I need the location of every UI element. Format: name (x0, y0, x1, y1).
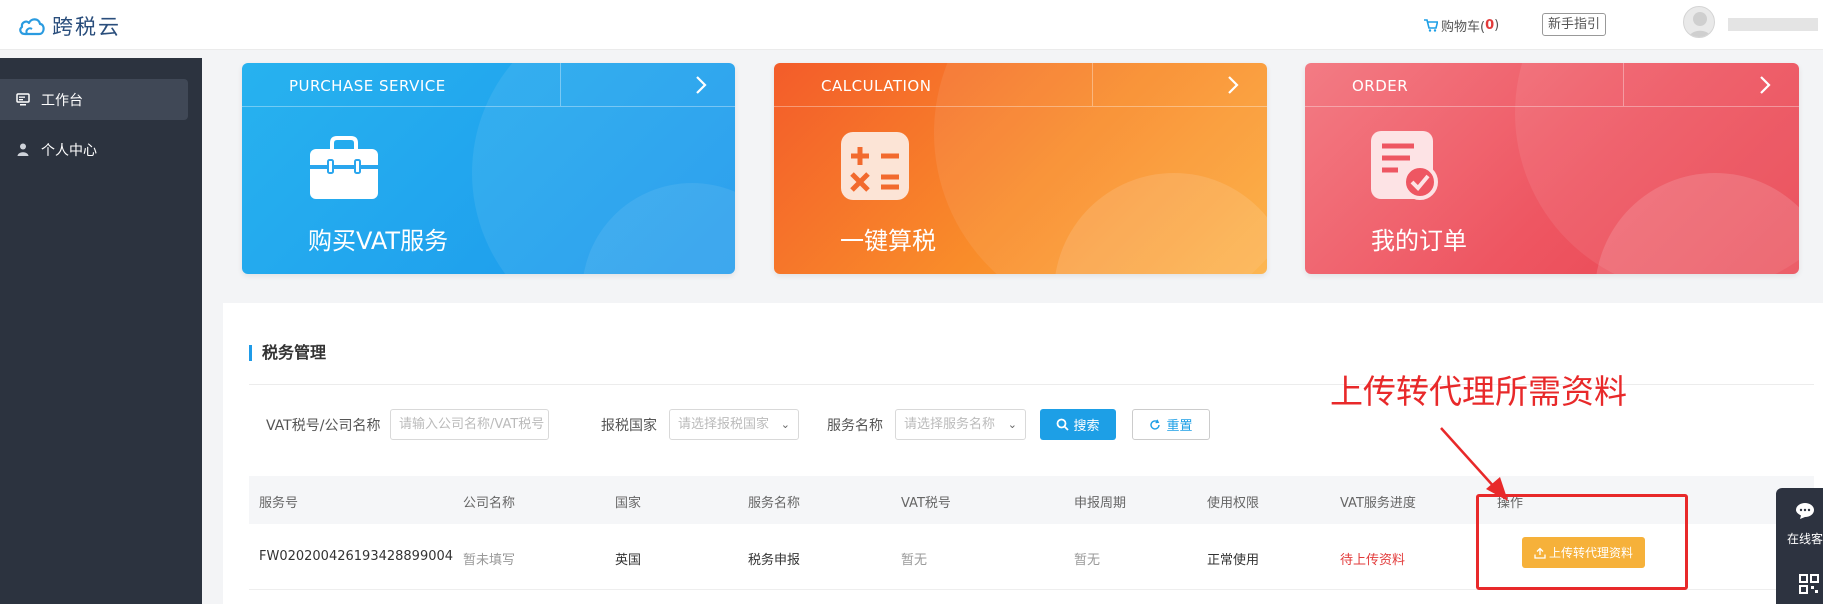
country-filter-label: 报税国家 (601, 418, 657, 434)
service-select[interactable]: 请选择服务名称 ⌄ (895, 409, 1026, 440)
sidebar-item-personal-center[interactable]: 个人中心 (0, 129, 188, 170)
cell-country: 英国 (615, 553, 642, 568)
annotation-highlight-box (1476, 494, 1688, 590)
cell-service-name: 税务申报 (748, 553, 801, 568)
country-select-placeholder: 请选择报税国家 (678, 417, 770, 432)
chevron-right-icon[interactable] (1755, 74, 1775, 96)
column-header: 服务号 (259, 496, 299, 511)
column-header: VAT税号 (901, 496, 951, 511)
card-divider (1305, 106, 1799, 107)
sidebar-item-label: 工作台 (41, 92, 83, 109)
qr-code-icon[interactable] (1799, 574, 1819, 594)
column-header: 申报周期 (1074, 496, 1127, 511)
chevron-down-icon: ⌄ (780, 418, 790, 431)
toolbox-icon (310, 136, 378, 199)
user-icon (15, 142, 30, 157)
card-divider (1623, 63, 1624, 106)
purchase-service-card[interactable]: PURCHASE SERVICE 购买VAT服务 (242, 63, 735, 274)
calculation-card[interactable]: CALCULATION 一键算税 (774, 63, 1267, 274)
card-title: 我的订单 (1371, 227, 1467, 255)
card-divider (560, 63, 561, 106)
reset-button[interactable]: 重置 (1132, 409, 1210, 440)
cell-permission: 正常使用 (1207, 553, 1260, 568)
logo-text: 跨税云 (52, 15, 121, 39)
cart-link[interactable]: 购物车(0) (1424, 16, 1499, 35)
cell-company: 暂未填写 (463, 553, 516, 568)
avatar[interactable] (1683, 6, 1715, 38)
logo[interactable]: 跨税云 (18, 11, 121, 41)
user-silhouette-icon (1688, 12, 1712, 37)
card-title: 一键算税 (840, 227, 936, 255)
refresh-icon (1150, 419, 1161, 430)
section-title: 税务管理 (249, 345, 326, 361)
search-icon (1057, 418, 1070, 431)
cart-label: 购物车( (1441, 20, 1486, 35)
online-service-label: 在线客 (1787, 532, 1823, 546)
calculator-icon (841, 132, 909, 200)
search-button[interactable]: 搜索 (1040, 409, 1116, 440)
guide-button[interactable]: 新手指引 (1542, 13, 1607, 36)
cell-vat-no: 暂无 (901, 553, 928, 568)
cart-close-paren: ) (1494, 18, 1500, 33)
monitor-icon (15, 92, 30, 107)
annotation-arrow (1440, 427, 1508, 501)
cloud-logo-icon (19, 18, 45, 36)
chevron-right-icon[interactable] (1223, 74, 1243, 96)
service-filter-label: 服务名称 (827, 418, 883, 434)
search-button-label: 搜索 (1073, 419, 1100, 434)
online-service-widget[interactable]: 在线客 (1776, 488, 1823, 604)
card-divider (242, 106, 735, 107)
order-card[interactable]: ORDER 我的订单 (1305, 63, 1799, 274)
cart-icon (1424, 19, 1438, 32)
annotation-text: 上传转代理所需资料 (1330, 372, 1627, 411)
column-header: 服务名称 (748, 496, 801, 511)
card-label-en: ORDER (1352, 77, 1409, 95)
column-header: 公司名称 (463, 496, 516, 511)
sidebar: 工作台 个人中心 (0, 58, 202, 604)
order-check-icon (1371, 131, 1438, 200)
column-header: 国家 (615, 496, 642, 511)
top-header: 跨税云 购物车(0) 新手指引 (0, 0, 1823, 50)
reset-button-label: 重置 (1166, 419, 1193, 434)
cell-service-no: FW020200426193428899004 (259, 549, 454, 564)
vat-search-input[interactable]: 请输入公司名称/VAT税号 (390, 409, 549, 440)
cart-count: 0 (1485, 18, 1495, 33)
card-label-en: CALCULATION (821, 77, 932, 95)
vat-search-placeholder: 请输入公司名称/VAT税号 (399, 417, 545, 432)
username-redacted (1728, 18, 1818, 31)
column-header: VAT服务进度 (1340, 496, 1416, 511)
service-select-placeholder: 请选择服务名称 (904, 417, 996, 432)
vat-filter-label: VAT税号/公司名称 (266, 418, 381, 434)
card-title: 购买VAT服务 (308, 227, 449, 255)
column-header: 使用权限 (1207, 496, 1260, 511)
chevron-down-icon: ⌄ (1007, 418, 1017, 431)
card-divider (774, 106, 1267, 107)
cell-progress: 待上传资料 (1340, 553, 1406, 568)
cell-period: 暂无 (1074, 553, 1101, 568)
sidebar-item-label: 个人中心 (41, 142, 97, 159)
sidebar-item-workbench[interactable]: 工作台 (0, 79, 188, 120)
chevron-right-icon[interactable] (691, 74, 711, 96)
card-label-en: PURCHASE SERVICE (289, 77, 446, 95)
card-divider (1092, 63, 1093, 106)
chat-bubble-icon (1796, 503, 1814, 519)
country-select[interactable]: 请选择报税国家 ⌄ (669, 409, 799, 440)
